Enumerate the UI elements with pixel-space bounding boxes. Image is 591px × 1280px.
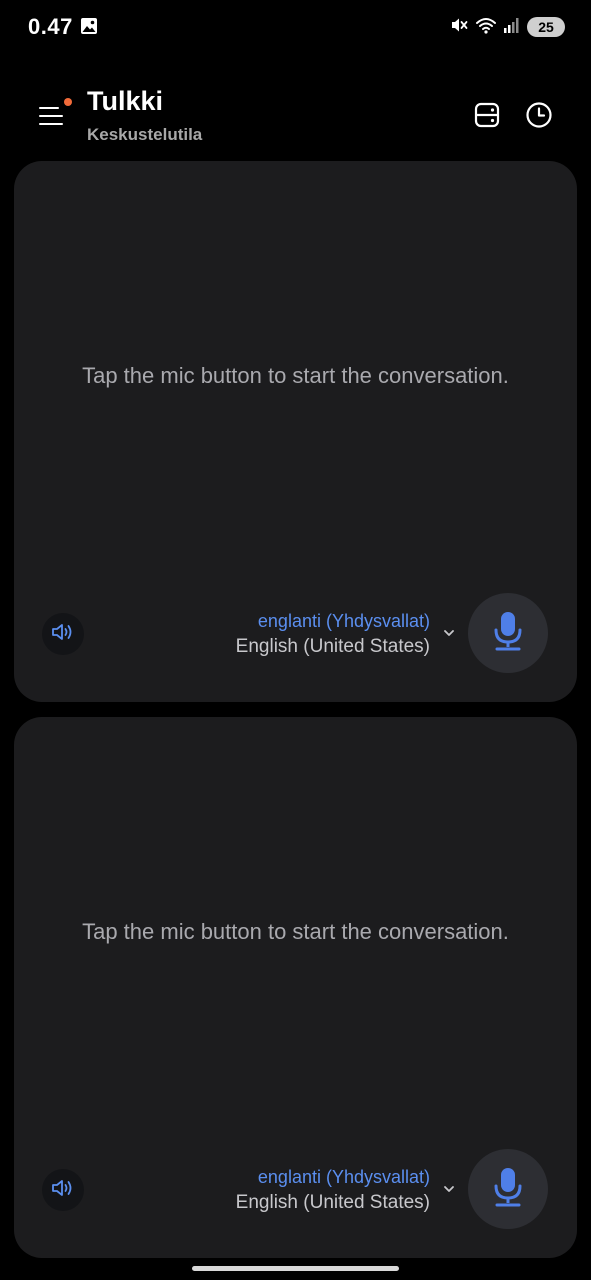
language-primary: englanti (Yhdysvallat) bbox=[257, 611, 430, 631]
status-bar: 0.47 25 bbox=[0, 0, 591, 56]
speaker-button[interactable] bbox=[42, 613, 84, 655]
conversation-panel-bottom: Tap the mic button to start the conversa… bbox=[14, 717, 577, 1258]
panel-prompt: Tap the mic button to start the conversa… bbox=[82, 919, 509, 944]
mic-button[interactable] bbox=[468, 1149, 548, 1229]
conversation-panel-top: Tap the mic button to start the conversa… bbox=[14, 161, 577, 702]
notification-dot bbox=[64, 98, 72, 106]
panel-prompt: Tap the mic button to start the conversa… bbox=[82, 363, 509, 388]
mic-icon bbox=[491, 1166, 525, 1213]
history-icon bbox=[525, 101, 553, 134]
app-subtitle: Keskustelutila bbox=[87, 125, 203, 144]
language-primary: englanti (Yhdysvallat) bbox=[257, 1167, 430, 1187]
battery-indicator: 25 bbox=[527, 17, 565, 37]
gallery-icon bbox=[80, 17, 98, 35]
mic-icon bbox=[491, 610, 525, 657]
mic-button[interactable] bbox=[468, 593, 548, 673]
chevron-down-icon[interactable] bbox=[441, 625, 457, 641]
app-title: Tulkki bbox=[87, 86, 164, 116]
history-button[interactable] bbox=[522, 100, 556, 134]
speaker-button[interactable] bbox=[42, 1169, 84, 1211]
storage-button[interactable] bbox=[470, 100, 504, 134]
language-secondary: English (United States) bbox=[235, 1192, 430, 1213]
language-selector[interactable]: englanti (Yhdysvallat) English (United S… bbox=[236, 608, 430, 660]
mute-icon bbox=[449, 15, 469, 40]
menu-icon bbox=[39, 104, 63, 133]
status-icons: 25 bbox=[449, 16, 565, 38]
status-time: 0.47 bbox=[28, 14, 73, 39]
menu-button[interactable] bbox=[34, 98, 74, 138]
speaker-icon bbox=[51, 621, 75, 648]
language-secondary: English (United States) bbox=[235, 636, 430, 657]
chevron-down-icon[interactable] bbox=[441, 1181, 457, 1197]
speaker-icon bbox=[51, 1177, 75, 1204]
storage-icon bbox=[473, 101, 501, 134]
signal-icon bbox=[503, 16, 521, 39]
home-indicator[interactable] bbox=[192, 1266, 399, 1271]
wifi-icon bbox=[475, 15, 497, 40]
language-selector[interactable]: englanti (Yhdysvallat) English (United S… bbox=[236, 1164, 430, 1216]
app-bar: Tulkki Keskustelutila bbox=[0, 80, 591, 154]
